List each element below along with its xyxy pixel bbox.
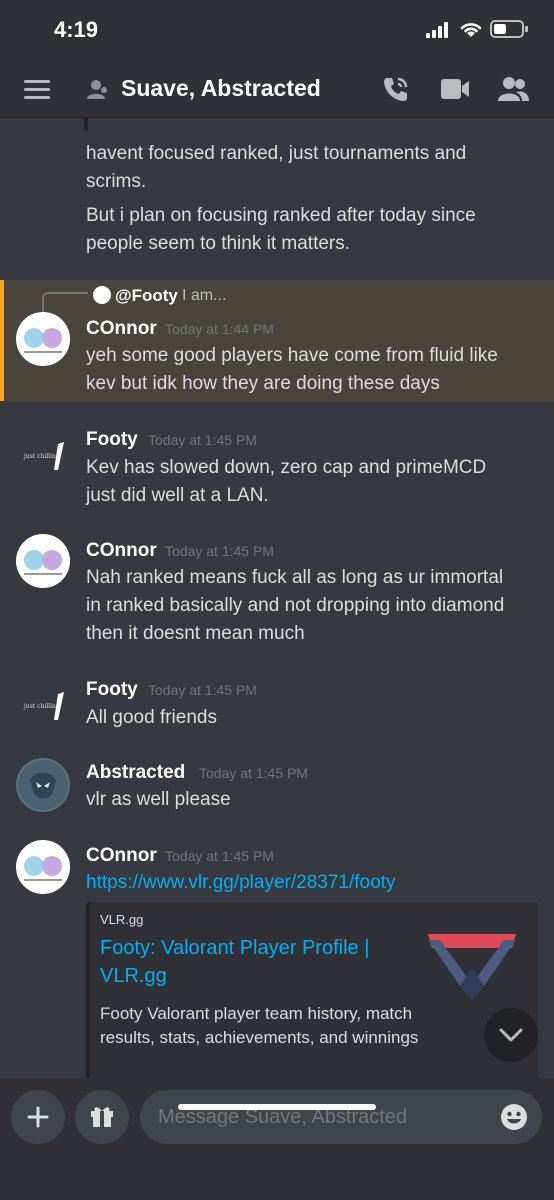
member-list-icon[interactable] — [498, 76, 530, 102]
message-content: All good friends — [86, 704, 536, 732]
avatar[interactable]: just chillin — [16, 680, 70, 734]
message-timestamp: Today at 1:45 PM — [148, 682, 257, 698]
add-attachment-button[interactable] — [11, 1090, 65, 1144]
avatar[interactable] — [16, 840, 70, 894]
svg-text:just chillin: just chillin — [23, 453, 56, 460]
voice-call-icon[interactable] — [381, 74, 411, 104]
message-line: kev but idk how they are doing these day… — [86, 373, 440, 394]
jump-to-bottom-button[interactable] — [484, 1008, 538, 1062]
video-call-icon[interactable] — [440, 78, 470, 100]
wifi-icon — [460, 23, 482, 37]
message-author[interactable]: Footy — [86, 429, 138, 451]
message-author[interactable]: COnnor — [86, 318, 157, 340]
message-line: Kev has slowed down, zero cap and primeM… — [86, 457, 487, 478]
message-line: All good friends — [86, 707, 217, 728]
mention-bar — [0, 280, 4, 401]
message-input[interactable] — [140, 1090, 542, 1144]
embed-description: Footy Valorant player team history, matc… — [100, 1004, 419, 1047]
message-composer — [0, 1078, 554, 1200]
message-line: people seem to think it matters. — [86, 233, 351, 254]
message-link[interactable]: https://www.vlr.gg/player/28371/footy — [86, 869, 536, 897]
status-bar: 4:19 — [0, 0, 554, 62]
chevron-down-icon — [499, 1028, 523, 1042]
link-embed[interactable]: VLR.gg Footy: Valorant Player Profile | … — [86, 902, 538, 1078]
cellular-signal-icon — [426, 22, 452, 38]
message-line: But i plan on focusing ranked after toda… — [86, 205, 476, 226]
message-author[interactable]: Abstracted — [86, 762, 185, 784]
vlr-logo-icon — [428, 934, 516, 1000]
message-line: vlr as well please — [86, 789, 231, 810]
message-author[interactable]: COnnor — [86, 540, 157, 562]
message-content: Nah ranked means fuck all as long as ur … — [86, 564, 536, 648]
message-author[interactable]: COnnor — [86, 845, 157, 867]
gift-button[interactable] — [75, 1090, 129, 1144]
message-list[interactable]: havent focused ranked, just tournaments … — [0, 118, 554, 1078]
message-line: yeh some good players have come from flu… — [86, 345, 498, 366]
group-dm-icon — [87, 80, 107, 99]
previous-embed-edge — [84, 118, 90, 130]
message-timestamp: Today at 1:45 PM — [165, 848, 274, 864]
message-content: vlr as well please — [86, 786, 536, 814]
avatar[interactable] — [16, 312, 70, 366]
svg-text:just chillin: just chillin — [23, 703, 56, 710]
avatar[interactable]: just chillin — [16, 430, 70, 484]
emoji-icon[interactable] — [500, 1103, 528, 1131]
message-line: then it doesnt mean much — [86, 623, 305, 644]
channel-header: Suave, Abstracted — [0, 62, 554, 118]
plus-icon — [27, 1106, 49, 1128]
message-content: yeh some good players have come from flu… — [86, 342, 536, 398]
message-timestamp: Today at 1:45 PM — [199, 765, 308, 781]
message-author[interactable]: Footy — [86, 679, 138, 701]
embed-provider: VLR.gg — [100, 912, 144, 927]
menu-icon[interactable] — [24, 78, 50, 100]
message-content: havent focused ranked, just tournaments … — [86, 140, 536, 258]
gift-icon — [91, 1107, 113, 1127]
message-line: scrims. — [86, 171, 147, 192]
message-timestamp: Today at 1:45 PM — [148, 432, 257, 448]
message-line: in ranked basically and not dropping int… — [86, 595, 505, 616]
reply-author[interactable]: @Footy — [115, 286, 178, 306]
status-time: 4:19 — [54, 17, 99, 42]
message-line: Nah ranked means fuck all as long as ur … — [86, 567, 504, 588]
message-content: Kev has slowed down, zero cap and primeM… — [86, 454, 536, 510]
home-indicator — [178, 1104, 376, 1110]
reply-preview[interactable]: I am... — [182, 287, 226, 305]
reply-connector — [42, 292, 88, 312]
avatar[interactable] — [16, 758, 70, 812]
message-line: just did well at a LAN. — [86, 485, 269, 506]
reply-avatar — [93, 286, 111, 304]
message-line: havent focused ranked, just tournaments … — [86, 143, 467, 164]
channel-title: Suave, Abstracted — [121, 75, 321, 101]
embed-title[interactable]: Footy: Valorant Player Profile | VLR.gg — [100, 934, 400, 990]
avatar[interactable] — [16, 534, 70, 588]
message-timestamp: Today at 1:44 PM — [165, 321, 274, 337]
battery-icon — [490, 20, 528, 38]
message-timestamp: Today at 1:45 PM — [165, 543, 274, 559]
